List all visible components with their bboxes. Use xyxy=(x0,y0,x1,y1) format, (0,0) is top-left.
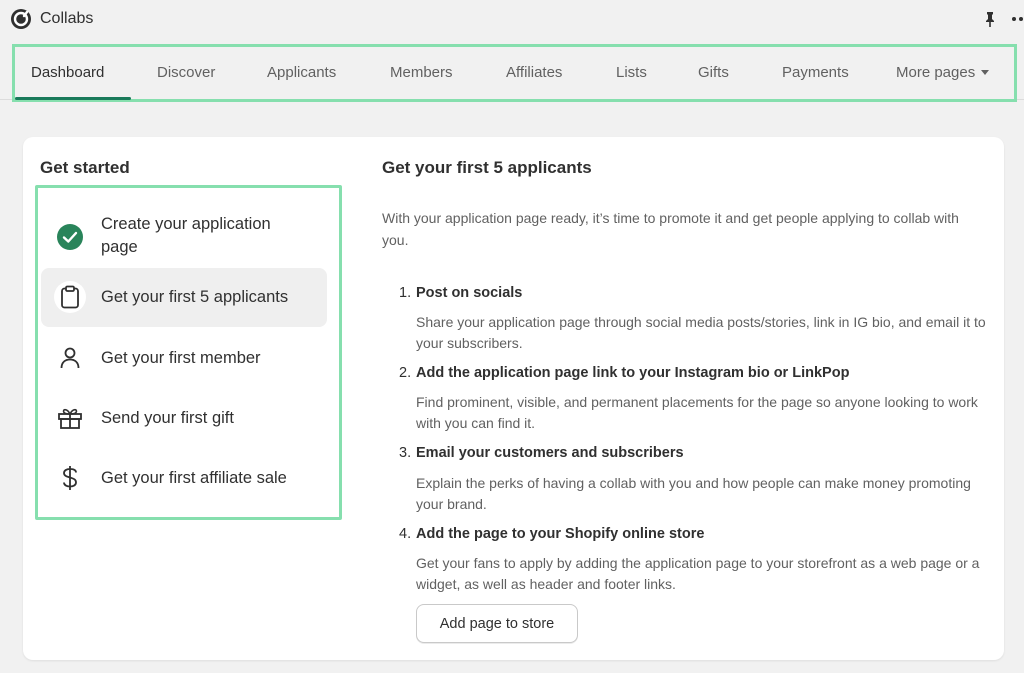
active-tab-indicator xyxy=(15,97,131,100)
step-label: Get your first member xyxy=(101,349,261,367)
main-navigation: Dashboard Discover Applicants Members Af… xyxy=(12,44,1017,102)
add-page-to-store-button[interactable]: Add page to store xyxy=(416,604,578,643)
tab-gifts[interactable]: Gifts xyxy=(698,64,729,81)
collabs-logo-icon xyxy=(11,9,31,29)
tab-lists[interactable]: Lists xyxy=(616,64,647,81)
item-number: 1. xyxy=(399,285,412,301)
item-title-email-customers: Email your customers and subscribers xyxy=(416,445,684,461)
step-label: Create your application page xyxy=(101,213,271,259)
clipboard-icon xyxy=(54,281,86,313)
step-first-5-applicants[interactable]: Get your first 5 applicants xyxy=(41,268,327,327)
tab-payments[interactable]: Payments xyxy=(782,64,849,81)
caret-down-icon xyxy=(981,69,990,75)
item-desc: Get your fans to apply by adding the app… xyxy=(416,555,980,592)
step-first-affiliate-sale[interactable]: Get your first affiliate sale xyxy=(41,450,327,506)
step-create-application-page[interactable]: Create your application page xyxy=(41,207,327,267)
item-desc: Share your application page through soci… xyxy=(416,314,986,351)
item-number: 3. xyxy=(399,445,412,461)
app-title: Collabs xyxy=(40,10,94,27)
more-options-icon[interactable] xyxy=(1010,12,1024,26)
item-title-instagram-bio: Add the application page link to your In… xyxy=(416,365,850,381)
steps-list: Create your application page Get your fi… xyxy=(35,185,342,520)
get-started-card: Get started Create your application page… xyxy=(23,137,1004,660)
tab-dashboard[interactable]: Dashboard xyxy=(31,64,104,81)
tab-more-pages-label: More pages xyxy=(896,64,976,81)
step-first-gift[interactable]: Send your first gift xyxy=(41,390,327,446)
dollar-icon xyxy=(54,462,86,494)
tab-discover[interactable]: Discover xyxy=(157,64,215,81)
gift-icon xyxy=(54,402,86,434)
tab-affiliates[interactable]: Affiliates xyxy=(506,64,562,81)
get-started-title: Get started xyxy=(40,158,130,177)
item-number: 4. xyxy=(399,526,412,542)
tab-applicants[interactable]: Applicants xyxy=(267,64,336,81)
item-desc: Find prominent, visible, and permanent p… xyxy=(416,394,978,431)
detail-title: Get your first 5 applicants xyxy=(382,158,592,177)
step-label-line2: page xyxy=(101,238,138,256)
step-label: Get your first 5 applicants xyxy=(101,288,289,306)
tab-more-pages[interactable]: More pages xyxy=(896,64,990,81)
detail-intro: With your application page ready, it’s t… xyxy=(382,210,959,248)
item-title-shopify-store: Add the page to your Shopify online stor… xyxy=(416,526,705,542)
tab-members[interactable]: Members xyxy=(390,64,453,81)
step-label-line1: Create your application xyxy=(101,215,271,233)
step-label: Get your first affiliate sale xyxy=(101,469,287,487)
top-bar: Collabs xyxy=(0,0,1024,40)
step-label: Send your first gift xyxy=(101,409,234,427)
person-icon xyxy=(54,342,86,374)
item-title-post-on-socials: Post on socials xyxy=(416,285,523,301)
item-number: 2. xyxy=(399,365,412,381)
pin-icon[interactable] xyxy=(982,10,998,28)
step-first-member[interactable]: Get your first member xyxy=(41,330,327,386)
item-desc: Explain the perks of having a collab wit… xyxy=(416,475,971,512)
check-circle-icon xyxy=(54,221,86,253)
